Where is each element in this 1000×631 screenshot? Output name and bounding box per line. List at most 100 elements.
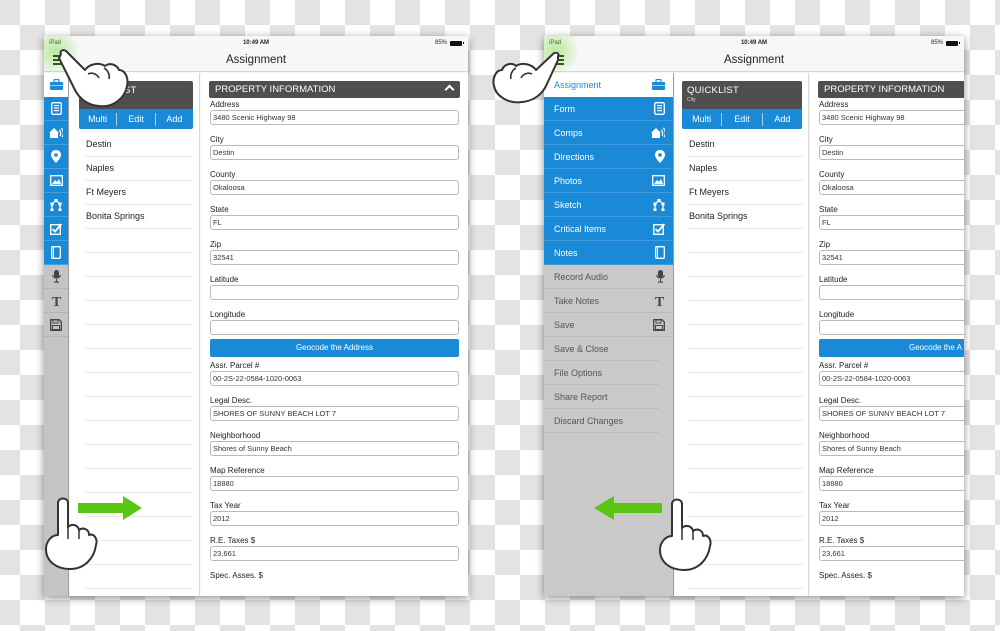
svg-text:T: T xyxy=(51,295,61,307)
legal-desc-input[interactable]: SHORES OF SUNNY BEACH LOT 7 xyxy=(210,406,459,421)
field-label: Longitude xyxy=(819,310,855,319)
quicklist-item[interactable]: Ft Meyers xyxy=(86,181,193,205)
quicklist-item[interactable]: Naples xyxy=(86,157,193,181)
assr-parcel-input[interactable]: 00-2S-22-0584-1020-0063 xyxy=(210,371,459,386)
quicklist-empty-row xyxy=(689,421,802,445)
menu-item-file-options[interactable]: File Options xyxy=(544,361,659,385)
menu-item-save[interactable]: Save xyxy=(544,313,673,337)
rail-item-save[interactable] xyxy=(44,313,68,337)
quicklist-item[interactable]: Destin xyxy=(86,133,193,157)
rail-item-location-pin[interactable] xyxy=(44,145,68,169)
state-input[interactable]: FL xyxy=(210,215,459,230)
battery-indicator: 85% xyxy=(931,40,960,46)
menu-item-assignment[interactable]: Assignment xyxy=(544,73,673,97)
field-label: County xyxy=(819,170,845,179)
nav-bar: Assignment xyxy=(544,36,964,74)
property-header-title: PROPERTY INFORMATION xyxy=(215,84,336,95)
field-label: Tax Year xyxy=(819,501,850,510)
quicklist-item[interactable]: Ft Meyers xyxy=(689,181,802,205)
rail-item-microphone[interactable] xyxy=(44,265,68,289)
field-label: Neighborhood xyxy=(210,431,261,440)
menu-item-label: Critical Items xyxy=(554,223,607,234)
rail-item-comps[interactable] xyxy=(44,121,68,145)
r-e-taxes-input[interactable]: 23,661 xyxy=(819,546,964,561)
neighborhood-input[interactable]: Shores of Sunny Beach xyxy=(819,441,964,456)
edit-button[interactable]: Edit xyxy=(722,112,763,126)
longitude-input[interactable] xyxy=(210,320,459,335)
neighborhood-input[interactable]: Shores of Sunny Beach xyxy=(210,441,459,456)
property-fields: Address 3480 Scenic Highway 98 City Destin C… xyxy=(819,99,964,581)
latitude-input[interactable] xyxy=(210,285,459,300)
quicklist-empty-row xyxy=(689,397,802,421)
menu-item-label: Take Notes xyxy=(554,295,600,306)
quicklist-empty-row xyxy=(689,469,802,493)
address-input[interactable]: 3480 Scenic Highway 98 xyxy=(819,110,964,125)
swipe-hand-icon xyxy=(45,497,98,570)
quicklist-empty-row xyxy=(689,253,802,277)
add-button[interactable]: Add xyxy=(763,113,802,126)
county-input[interactable]: Okaloosa xyxy=(819,180,964,195)
add-button[interactable]: Add xyxy=(156,113,193,126)
property-header[interactable]: PROPERTY INFORMATION xyxy=(209,81,460,98)
zip-input[interactable]: 32541 xyxy=(210,250,459,265)
map-reference-input[interactable]: 18880 xyxy=(819,476,964,491)
multi-button[interactable]: Multi xyxy=(79,112,118,126)
menu-item-label: Sketch xyxy=(554,199,582,210)
menu-item-directions[interactable]: Directions xyxy=(544,145,673,169)
latitude-input[interactable] xyxy=(819,285,964,300)
quicklist-item[interactable]: Bonita Springs xyxy=(86,205,193,229)
rail-item-checkbox[interactable] xyxy=(44,217,68,241)
zip-input[interactable]: 32541 xyxy=(819,250,964,265)
rail-item-notes[interactable] xyxy=(44,241,68,265)
tap-hand-icon xyxy=(492,52,560,104)
assr-parcel-input[interactable]: 00-2S-22-0584-1020-0063 xyxy=(819,371,964,386)
quicklist-list: Destin Naples Ft Meyers Bonita Springs xyxy=(86,133,193,589)
quicklist-item[interactable]: Naples xyxy=(689,157,802,181)
rail-item-text[interactable]: T xyxy=(44,289,68,313)
map-reference-input[interactable]: 18880 xyxy=(210,476,459,491)
menu-item-critical-items[interactable]: Critical Items xyxy=(544,217,673,241)
property-header[interactable]: PROPERTY INFORMATION xyxy=(818,81,964,98)
text-icon: T xyxy=(654,294,665,307)
menu-item-label: Form xyxy=(554,103,575,114)
menu-item-save-close[interactable]: Save & Close xyxy=(544,337,659,361)
battery-percent: 85% xyxy=(434,40,447,46)
quicklist-empty-row xyxy=(689,277,802,301)
menu-item-record-audio[interactable]: Record Audio xyxy=(544,265,673,289)
quicklist-empty-row xyxy=(86,277,193,301)
multi-button[interactable]: Multi xyxy=(682,112,723,126)
text-icon: T xyxy=(51,294,62,307)
tax-year-input[interactable]: 2012 xyxy=(819,511,964,526)
longitude-input[interactable] xyxy=(819,320,964,335)
r-e-taxes-input[interactable]: 23,661 xyxy=(210,546,459,561)
tax-year-input[interactable]: 2012 xyxy=(210,511,459,526)
address-input[interactable]: 3480 Scenic Highway 98 xyxy=(210,110,459,125)
property-panel: PROPERTY INFORMATION Address 3480 Scenic … xyxy=(810,73,964,596)
quicklist-empty-row xyxy=(86,229,193,253)
rail-item-photo[interactable] xyxy=(44,169,68,193)
legal-desc-input[interactable]: SHORES OF SUNNY BEACH LOT 7 xyxy=(819,406,964,421)
city-input[interactable]: Destin xyxy=(819,145,964,160)
chevron-up-icon[interactable] xyxy=(444,84,455,95)
county-input[interactable]: Okaloosa xyxy=(210,180,459,195)
quicklist-item[interactable]: Bonita Springs xyxy=(689,205,802,229)
menu-item-label: File Options xyxy=(554,367,603,378)
edit-button[interactable]: Edit xyxy=(117,112,156,126)
state-input[interactable]: FL xyxy=(819,215,964,230)
menu-item-share-report[interactable]: Share Report xyxy=(544,385,659,409)
photo-icon xyxy=(652,175,665,186)
swipe-hand-icon xyxy=(659,498,712,571)
menu-item-photos[interactable]: Photos xyxy=(544,169,673,193)
menu-item-label: Notes xyxy=(554,247,578,258)
menu-item-take-notes[interactable]: Take Notes T xyxy=(544,289,673,313)
menu-item-notes[interactable]: Notes xyxy=(544,241,673,265)
quicklist-item[interactable]: Destin xyxy=(689,133,802,157)
menu-item-comps[interactable]: Comps xyxy=(544,121,673,145)
menu-item-form[interactable]: Form xyxy=(544,97,673,121)
geocode-button[interactable]: Geocode the A xyxy=(819,339,964,357)
rail-item-sketch[interactable] xyxy=(44,193,68,217)
city-input[interactable]: Destin xyxy=(210,145,459,160)
menu-item-sketch[interactable]: Sketch xyxy=(544,193,673,217)
geocode-button[interactable]: Geocode the Address xyxy=(210,339,459,357)
menu-item-discard-changes[interactable]: Discard Changes xyxy=(544,409,659,433)
